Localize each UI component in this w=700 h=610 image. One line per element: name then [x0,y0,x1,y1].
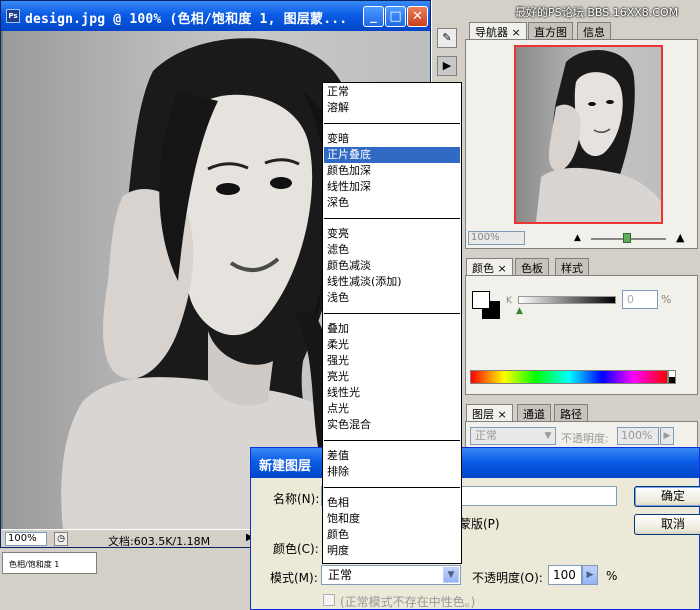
blend-mode-item[interactable]: 线性加深 [324,179,460,195]
photoshop-icon: Ps [6,9,20,23]
zoom-out-icon[interactable]: ▲ [574,233,581,243]
blend-mode-item[interactable]: 溶解 [324,100,460,116]
blend-mode-select[interactable]: 正常 ▼ [321,565,461,585]
navigator-body: 100% ▲ ▲ [465,39,698,249]
ok-button[interactable]: 确定 [634,486,700,507]
history-brush-icon[interactable]: ✎ [437,28,457,48]
k-value-input[interactable]: 0 [622,290,658,309]
black-white-swatch[interactable] [668,370,676,384]
blend-mode-item[interactable]: 叠加 [324,321,460,337]
blend-mode-item[interactable]: 颜色减淡 [324,258,460,274]
blend-separator [324,440,460,441]
blend-mode-item[interactable]: 正常 [324,84,460,100]
maximize-button[interactable]: □ [385,6,406,27]
opacity-label: 不透明度(O): [472,571,543,585]
blend-mode-item[interactable]: 排除 [324,464,460,480]
k-channel-label: K [506,296,512,306]
blend-separator [324,487,460,488]
tab-styles[interactable]: 样式 [555,258,589,275]
blend-mode-item[interactable]: 亮光 [324,369,460,385]
close-button[interactable]: ✕ [407,6,428,27]
blend-mode-item[interactable]: 色相 [324,495,460,511]
blend-mode-item[interactable]: 颜色 [324,527,460,543]
layer-blend-mode-value: 正常 [475,429,497,442]
blend-mode-item[interactable]: 浅色 [324,290,460,306]
blend-separator [324,218,460,219]
layer-blend-mode-select[interactable]: 正常 ▼ [470,427,556,445]
blend-mode-item[interactable]: 实色混合 [324,417,460,433]
dialog-titlebar[interactable]: 新建图层 [251,448,699,478]
navigator-zoom-field[interactable]: 100% [468,231,525,245]
dialog-title: 新建图层 [259,459,312,474]
blend-mode-item[interactable]: 滤色 [324,242,460,258]
neutral-color-checkbox[interactable] [323,594,335,606]
k-unit: % [661,293,672,306]
neutral-color-label: (正常模式不存在中性色。) [340,595,476,609]
tab-paths[interactable]: 路径 [554,404,588,421]
tab-histogram[interactable]: 直方图 [528,22,573,39]
document-size-info: 文档:603.5K/1.18M [108,535,211,548]
name-label: 名称(N): [273,492,320,506]
document-title: design.jpg @ 100% (色相/饱和度 1, 图层蒙... [25,12,348,27]
layer-item[interactable]: 色相/饱和度 1 [2,552,97,574]
tab-navigator[interactable]: 导航器 × [469,22,527,39]
navigator-panel: 最好的PS论坛:BBS.16XX8.COM 导航器 × 直方图 信息 100% … [463,0,700,252]
color-spectrum-bar[interactable] [470,370,668,384]
new-layer-dialog: 新建图层 名称(N): 蒙版(P) 颜色(C): 模式(M): 正常 ▼ 不透明… [250,447,700,610]
watermark-text: 最好的PS论坛:BBS.16XX8.COM [515,6,679,19]
k-channel-slider[interactable] [518,296,616,304]
blend-mode-value: 正常 [328,568,353,582]
blend-mode-item[interactable]: 正片叠底 [324,147,460,163]
tab-color[interactable]: 颜色 × [466,258,513,275]
clipping-mask-label[interactable]: 蒙版(P) [459,515,500,532]
blend-separator [324,313,460,314]
blend-mode-item[interactable]: 深色 [324,195,460,211]
color-label: 颜色(C): [273,542,319,556]
navigator-thumbnail [536,50,661,222]
cancel-button[interactable]: 取消 [634,514,700,535]
blend-mode-item[interactable]: 变暗 [324,131,460,147]
blend-mode-item[interactable]: 颜色加深 [324,163,460,179]
blend-mode-item[interactable]: 变亮 [324,226,460,242]
opacity-input[interactable]: 100 [548,565,582,585]
layers-panel: 图层 × 通道 路径 正常 ▼ 不透明度: 100% ▶ [463,402,700,452]
chevron-down-icon[interactable]: ▼ [541,428,555,444]
blend-mode-item[interactable]: 明度 [324,543,460,559]
blend-mode-item[interactable]: 差值 [324,448,460,464]
color-panel-body: K ▲ 0 % [465,275,698,395]
status-menu-icon[interactable]: ◷ [54,532,68,546]
tab-swatches[interactable]: 色板 [515,258,549,275]
layer-opacity-label: 不透明度: [561,432,609,445]
minimize-button[interactable]: _ [363,6,384,27]
layer-opacity-input[interactable]: 100% [617,427,659,445]
blend-mode-item[interactable]: 线性光 [324,385,460,401]
layer-name: 色相/饱和度 1 [9,560,60,569]
document-titlebar[interactable]: Ps design.jpg @ 100% (色相/饱和度 1, 图层蒙... _… [1,1,430,31]
chevron-down-icon[interactable]: ▼ [443,567,459,583]
tab-info[interactable]: 信息 [577,22,611,39]
mode-label: 模式(M): [270,571,318,585]
blend-separator [324,123,460,124]
color-panel: 颜色 × 色板 样式 K ▲ 0 % [463,258,700,398]
blend-mode-item[interactable]: 强光 [324,353,460,369]
tab-channels[interactable]: 通道 [517,404,551,421]
zoom-field[interactable]: 100% [5,532,47,546]
blend-mode-item[interactable]: 点光 [324,401,460,417]
play-action-icon[interactable]: ▶ [437,56,457,76]
navigator-zoom-thumb[interactable] [623,233,631,243]
layer-opacity-arrow-icon[interactable]: ▶ [660,427,674,445]
opacity-arrow-icon[interactable]: ▶ [582,565,598,585]
opacity-unit: % [606,569,618,583]
foreground-color-swatch[interactable] [472,291,490,309]
zoom-in-icon[interactable]: ▲ [676,231,684,244]
blend-mode-item[interactable]: 饱和度 [324,511,460,527]
blend-mode-item[interactable]: 线性减淡(添加) [324,274,460,290]
k-slider-thumb-icon[interactable]: ▲ [516,306,523,316]
navigator-preview[interactable] [514,45,663,224]
tab-layers[interactable]: 图层 × [466,404,513,421]
blend-mode-item[interactable]: 柔光 [324,337,460,353]
blend-mode-dropdown: 正常 溶解变暗 正片叠底 颜色加深 线性加深 深色变亮 滤色 颜色减淡 线性减淡(添加) 浅色叠加… [322,82,462,564]
